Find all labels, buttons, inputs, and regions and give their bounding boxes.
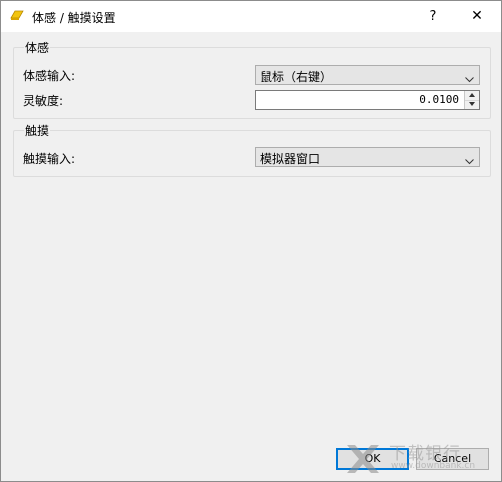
spin-buttons (464, 91, 479, 109)
sensitivity-label: 灵敏度: (23, 94, 64, 108)
ok-button[interactable]: OK (336, 448, 409, 470)
title-bar[interactable]: 体感 / 触摸设置 ? ✕ (1, 1, 501, 32)
motion-input-value: 鼠标（右键） (260, 70, 333, 84)
settings-dialog: 体感 / 触摸设置 ? ✕ 体感 体感输入: 鼠标（右键） 灵敏度: 0.010… (0, 0, 502, 482)
motion-group-title: 体感 (24, 39, 51, 56)
touch-input-label: 触摸输入: (23, 152, 76, 166)
chevron-down-icon (465, 72, 474, 83)
window-title: 体感 / 触摸设置 (32, 11, 116, 25)
sensitivity-spinbox[interactable]: 0.0100 (255, 90, 480, 110)
chevron-down-icon (465, 154, 474, 165)
touch-group-title: 触摸 (24, 122, 51, 139)
touch-input-value: 模拟器窗口 (260, 152, 321, 166)
help-button[interactable]: ? (411, 1, 455, 32)
spin-down-icon[interactable] (465, 100, 479, 109)
motion-input-label: 体感输入: (23, 69, 76, 83)
app-logo-icon (10, 10, 24, 21)
touch-input-select[interactable]: 模拟器窗口 (255, 147, 480, 167)
close-button[interactable]: ✕ (455, 1, 499, 32)
motion-input-select[interactable]: 鼠标（右键） (255, 65, 480, 85)
sensitivity-value[interactable]: 0.0100 (419, 93, 459, 106)
cancel-button[interactable]: Cancel (416, 448, 489, 470)
